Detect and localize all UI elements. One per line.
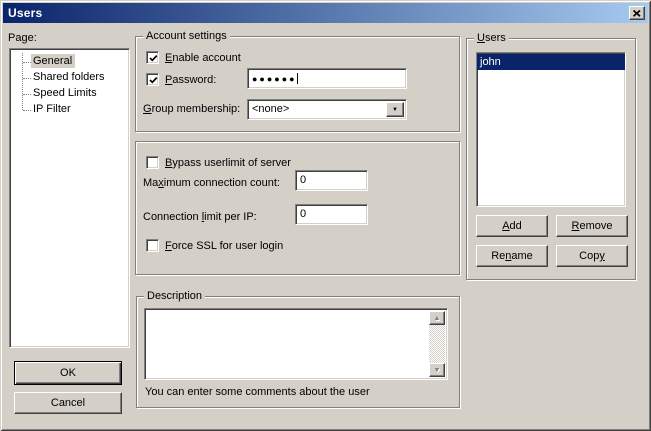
close-icon bbox=[633, 10, 641, 17]
tree-item-label: General bbox=[31, 54, 75, 68]
tree-item-shared-folders[interactable]: Shared folders bbox=[10, 70, 129, 86]
enable-account-label: Enable account bbox=[165, 52, 241, 64]
user-list-item[interactable]: john bbox=[477, 54, 625, 70]
group-membership-label: Group membership: bbox=[143, 103, 240, 115]
rename-user-button[interactable]: Rename bbox=[476, 245, 548, 267]
tree-item-label: Speed Limits bbox=[31, 86, 100, 100]
group-membership-value: <none> bbox=[252, 103, 289, 115]
max-connections-input[interactable]: 0 bbox=[295, 170, 368, 191]
connection-limit-value: 0 bbox=[300, 208, 306, 220]
account-settings-title: Account settings bbox=[143, 30, 230, 43]
force-ssl-label: Force SSL for user login bbox=[165, 240, 283, 252]
scroll-up-button[interactable]: ▲ bbox=[429, 311, 445, 325]
connection-limit-input[interactable]: 0 bbox=[295, 204, 368, 225]
tree-item-label: IP Filter bbox=[31, 102, 74, 116]
description-title: Description bbox=[144, 290, 205, 303]
bypass-userlimit-label: Bypass userlimit of server bbox=[165, 157, 291, 169]
description-textarea[interactable]: ▲ ▼ bbox=[144, 308, 448, 380]
enable-account-checkbox[interactable] bbox=[146, 51, 159, 64]
scrollbar-track[interactable] bbox=[429, 325, 445, 363]
users-dialog: Users Page: General Shared folders Speed… bbox=[0, 0, 651, 431]
password-value: ●●●●●● bbox=[252, 74, 297, 84]
page-tree: General Shared folders Speed Limits IP F… bbox=[9, 48, 130, 348]
close-button[interactable] bbox=[629, 6, 645, 20]
tree-item-ip-filter[interactable]: IP Filter bbox=[10, 102, 129, 118]
bypass-userlimit-checkbox[interactable] bbox=[146, 156, 159, 169]
titlebar[interactable]: Users bbox=[3, 3, 648, 23]
max-connections-value: 0 bbox=[300, 174, 306, 186]
check-icon bbox=[147, 74, 160, 87]
users-group-title: Users bbox=[474, 32, 509, 45]
description-caption: You can enter some comments about the us… bbox=[145, 386, 370, 398]
group-membership-select[interactable]: <none> ▼ bbox=[247, 99, 407, 120]
max-connections-label: Maximum connection count: bbox=[143, 177, 280, 189]
ok-button[interactable]: OK bbox=[14, 361, 122, 385]
force-ssl-checkbox[interactable] bbox=[146, 239, 159, 252]
check-icon bbox=[147, 52, 160, 65]
page-label: Page: bbox=[8, 32, 37, 44]
combo-dropdown-button[interactable]: ▼ bbox=[386, 102, 404, 117]
scroll-up-icon: ▲ bbox=[434, 315, 441, 322]
add-user-button[interactable]: Add bbox=[476, 215, 548, 237]
remove-user-button[interactable]: Remove bbox=[556, 215, 628, 237]
description-scrollbar: ▲ ▼ bbox=[429, 311, 445, 377]
password-input[interactable]: ●●●●●● bbox=[247, 68, 407, 89]
users-listbox: john bbox=[476, 52, 626, 207]
scroll-down-icon: ▼ bbox=[434, 367, 441, 374]
scroll-down-button[interactable]: ▼ bbox=[429, 363, 445, 377]
connection-limit-label: Connection limit per IP: bbox=[143, 211, 257, 223]
chevron-down-icon: ▼ bbox=[392, 107, 398, 113]
copy-user-button[interactable]: Copy bbox=[556, 245, 628, 267]
password-label: Password: bbox=[165, 74, 216, 86]
password-checkbox[interactable] bbox=[146, 73, 159, 86]
tree-item-general[interactable]: General bbox=[10, 54, 129, 70]
tree-item-speed-limits[interactable]: Speed Limits bbox=[10, 86, 129, 102]
tree-item-label: Shared folders bbox=[31, 70, 108, 84]
window-title: Users bbox=[8, 6, 42, 20]
cancel-button[interactable]: Cancel bbox=[14, 392, 122, 414]
